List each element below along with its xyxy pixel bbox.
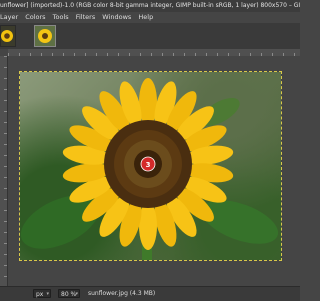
chevron-down-icon: ▾ [75,291,78,297]
vertical-ruler[interactable] [0,56,8,286]
image-tab-2[interactable] [34,25,56,47]
canvas-area[interactable]: 3 [8,56,300,286]
image-tab-1[interactable] [0,25,16,47]
menu-bar: Layer Colors Tools Filters Windows Help [0,12,300,23]
window-title: unflower] (imported)-1.0 (RGB color 8-bi… [0,0,300,12]
menu-filters[interactable]: Filters [76,13,95,21]
chevron-down-icon: ▾ [46,291,49,297]
sunflower-image-art: 3 [20,78,279,260]
status-bar: px ▾ 80 % ▾ sunflower.jpg (4.3 MB) [0,286,300,301]
file-info: sunflower.jpg (4.3 MB) [88,290,156,297]
menu-layer[interactable]: Layer [0,13,18,21]
ruler-corner[interactable] [0,49,8,56]
zoom-select[interactable]: 80 % ▾ [58,289,80,298]
sunflower-thumbnail-icon [35,26,55,46]
point-marker-label: 3 [146,161,151,169]
sunflower-image[interactable]: 3 [19,71,282,261]
menu-colors[interactable]: Colors [25,13,45,21]
menu-tools[interactable]: Tools [53,13,69,21]
sunflower-thumbnail-icon [1,30,13,42]
image-tabs-bar [0,23,300,50]
unit-select[interactable]: px ▾ [33,289,51,298]
menu-help[interactable]: Help [138,13,153,21]
zoom-value: 80 % [61,291,77,298]
unit-value: px [36,291,44,298]
menu-windows[interactable]: Windows [102,13,131,21]
